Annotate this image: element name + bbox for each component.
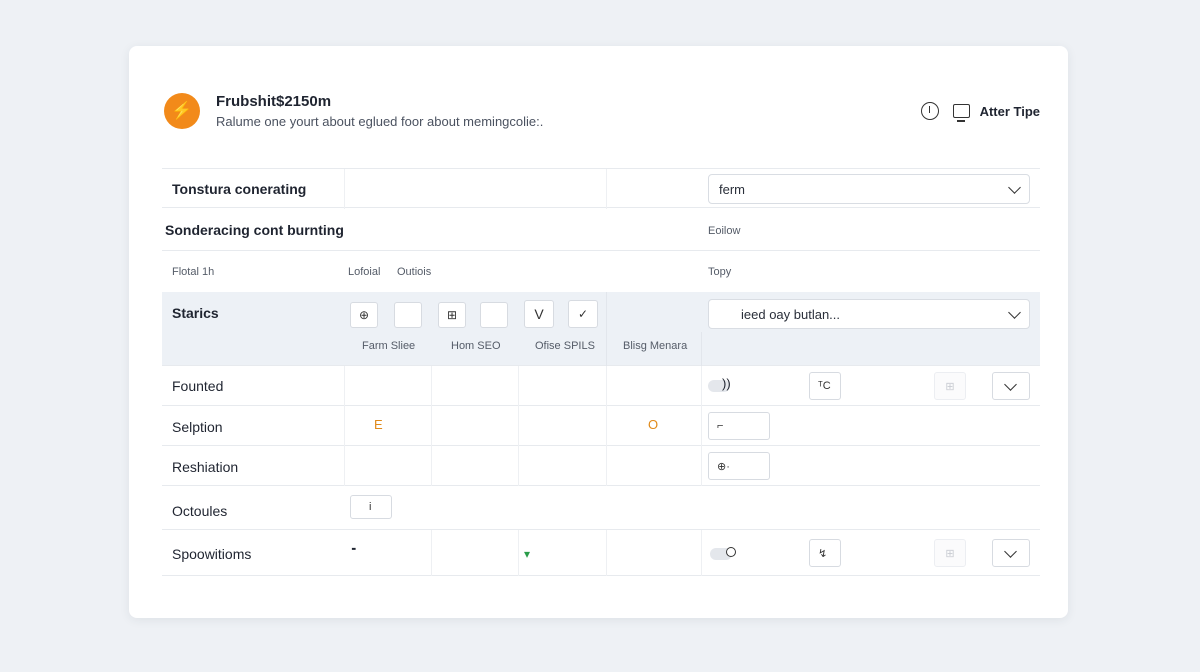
row7-input[interactable]: ⊕· [708, 452, 770, 480]
table-row: Sonderacing cont burnting Eoilow [162, 208, 1040, 251]
app-subtitle: Ralume one yourt about eglued foor about… [216, 114, 544, 129]
main-card: ⚡ Frubshit$2150m Ralume one yourt about … [129, 46, 1068, 618]
row9-dropdown-button[interactable] [992, 539, 1030, 567]
table-row: Founted )) ᵀC ⊞ [162, 366, 1040, 406]
row-label: Founted [172, 378, 224, 394]
app-title: Frubshit$2150m [216, 93, 332, 110]
row2-right-text: Eoilow [708, 225, 741, 237]
table-row: Selption E O ⌐ [162, 406, 1040, 446]
column-header: Ofise SPILS [535, 340, 595, 352]
column-header: Blisg Menara [623, 340, 688, 352]
grid-icon[interactable]: ⊞ [438, 302, 466, 328]
row5-dropdown-button[interactable] [992, 372, 1030, 400]
row3-right-text: Topy [708, 266, 732, 278]
row5-disabled-button[interactable]: ⊞ [934, 372, 966, 400]
column-header: Hom SEO [451, 340, 501, 352]
row5-text-button[interactable]: ᵀC [809, 372, 841, 400]
toggle-icon: )) [722, 376, 731, 391]
status-marker: O [648, 417, 659, 432]
chevron-down-icon [1008, 306, 1021, 319]
row9-marker: ╸ [352, 542, 360, 556]
row3-col2a: Lofoial [348, 266, 381, 278]
row9-text-button[interactable]: ↯ [809, 539, 841, 567]
table-row: Reshiation ⊕· [162, 446, 1040, 486]
row8-input[interactable]: i [350, 495, 392, 519]
row6-input[interactable]: ⌐ [708, 412, 770, 440]
row-label: Tonstura conerating [172, 181, 307, 197]
header-actions: Atter Tipe [920, 102, 1040, 122]
chevron-down-icon [1004, 378, 1017, 391]
globe-icon[interactable]: ⊕ [350, 302, 378, 328]
row9-disabled-button[interactable]: ⊞ [934, 539, 966, 567]
row-label: Selption [172, 419, 223, 435]
row-label: Starics [172, 305, 219, 321]
row1-select[interactable]: ferm [708, 174, 1030, 204]
row-label: Octoules [172, 503, 228, 519]
alter-type-button[interactable]: Atter Tipe [980, 104, 1040, 119]
table-row: Flotal 1h Lofoial Outiois Topy [162, 251, 1040, 292]
column-header: Farm Sliee [362, 340, 416, 352]
blank-toggle-button[interactable] [394, 302, 422, 328]
v-icon[interactable]: V [524, 300, 554, 328]
info-icon[interactable] [920, 102, 939, 120]
table-row: Tonstura conerating ferm [162, 168, 1040, 209]
toggle-knob-icon [726, 547, 736, 557]
chevron-down-icon [1008, 181, 1021, 194]
row3-col2b: Outiois [397, 266, 432, 278]
row3-col1: Flotal 1h [172, 266, 215, 278]
chevron-down-icon [1004, 545, 1017, 558]
row4-select-value: ieed oay butlan... [741, 306, 841, 322]
table-row-highlighted: Starics ⊕ ⊞ V ✓ Farm Sliee Hom SEO Ofise… [162, 292, 1040, 366]
status-marker: ▾ [524, 547, 531, 561]
row-label: Spoowitioms [172, 546, 252, 562]
check-icon[interactable]: ✓ [568, 300, 598, 328]
table-row: Spoowitioms ╸ ▾ ↯ ⊞ [162, 530, 1040, 576]
app-logo-icon: ⚡ [164, 93, 200, 129]
status-marker: E [374, 417, 383, 432]
table-row: Octoules i [162, 486, 1040, 530]
row4-select[interactable]: ieed oay butlan... [708, 299, 1030, 329]
row-label: Sonderacing cont burnting [165, 222, 344, 238]
row1-select-value: ferm [719, 181, 745, 197]
row-label: Reshiation [172, 459, 239, 475]
blank-toggle-button[interactable] [480, 302, 508, 328]
monitor-icon[interactable] [952, 104, 970, 122]
